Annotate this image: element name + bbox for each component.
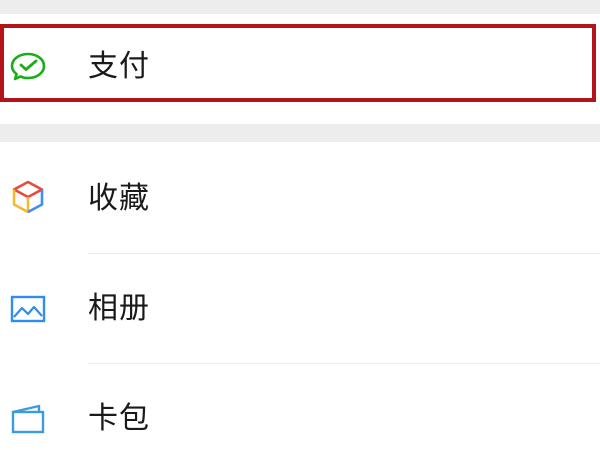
menu-item-label: 支付 [88,49,150,84]
section-gap [0,124,600,142]
image-icon [8,289,48,329]
wechat-pay-icon [8,46,48,86]
menu-item-cards[interactable]: 卡包 [0,364,600,450]
wechat-me-menu: 支付 收藏 相册 卡包 [0,0,600,450]
card-wallet-icon [8,398,48,438]
menu-item-album[interactable]: 相册 [0,254,600,364]
menu-item-label: 收藏 [88,181,150,216]
menu-item-pay[interactable]: 支付 [0,22,600,108]
cube-icon [8,177,48,217]
menu-item-favorites[interactable]: 收藏 [0,142,600,254]
menu-item-label: 相册 [88,291,150,326]
menu-item-label: 卡包 [88,401,150,436]
section-gap [0,0,600,14]
